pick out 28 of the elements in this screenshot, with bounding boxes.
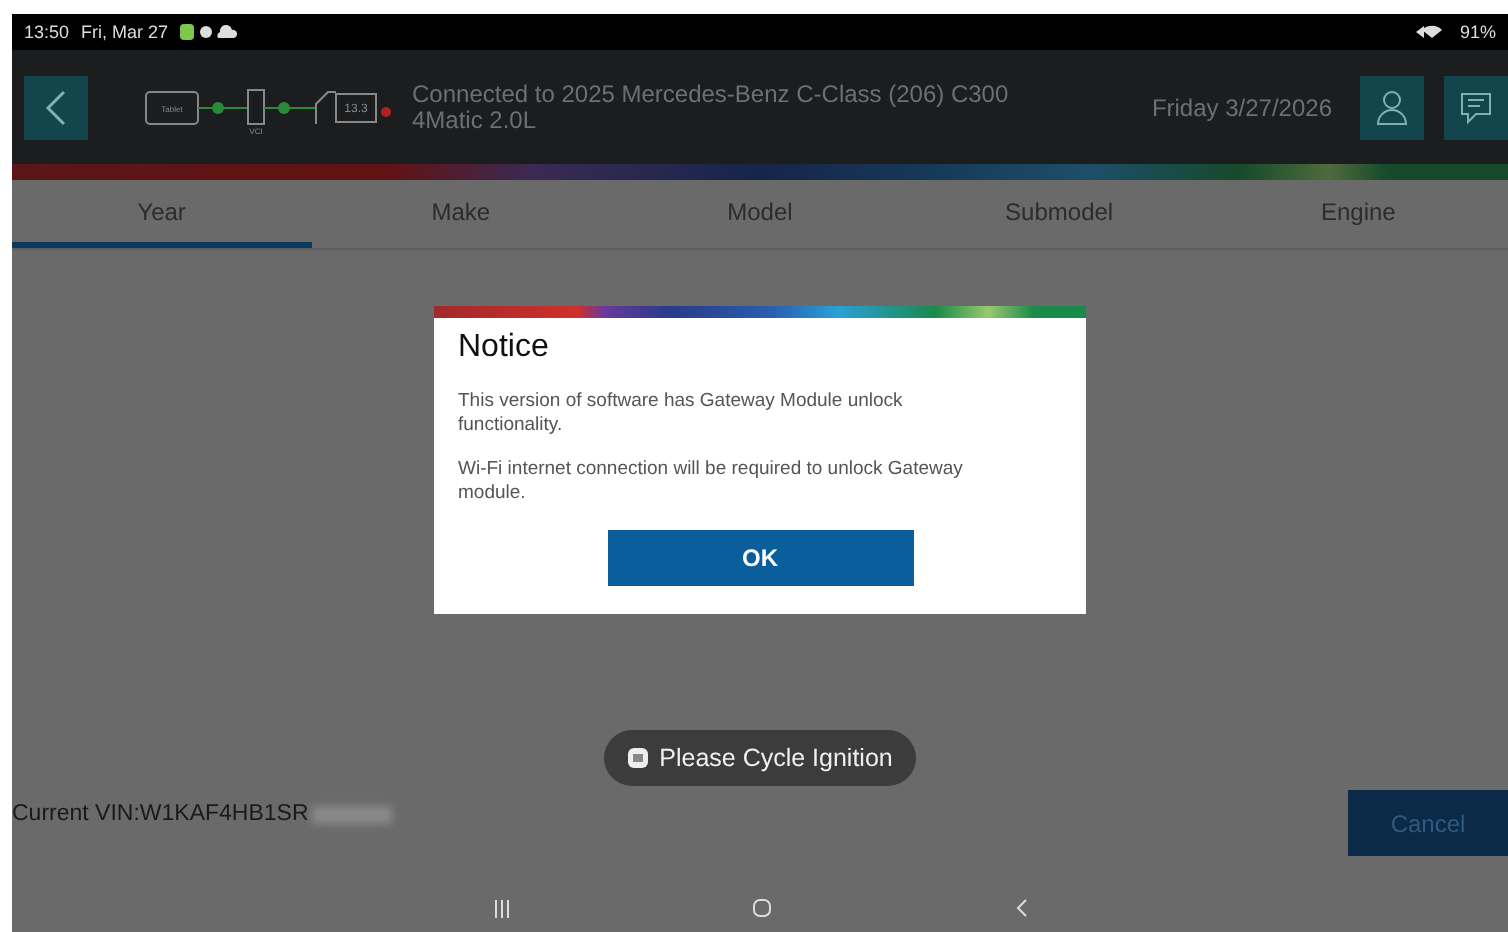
- ok-button[interactable]: OK: [607, 530, 913, 586]
- chat-icon: [1458, 89, 1494, 125]
- vehicle-connection-text: Connected to 2025 Mercedes-Benz C-Class (206) C300 4Matic 2.0L: [412, 81, 1011, 133]
- toast-text: Please Cycle Ignition: [659, 744, 893, 772]
- battery-level: 91%: [1459, 22, 1496, 42]
- tab[interactable]: Engine: [1208, 180, 1508, 248]
- back-icon[interactable]: [1013, 898, 1027, 918]
- notification-icons: [180, 24, 241, 40]
- dialog-message: This version of software has Gateway Module unlock functionality.: [458, 390, 905, 438]
- chevron-left-icon: [44, 89, 68, 125]
- blurred-vin-digits: [312, 805, 393, 823]
- tab[interactable]: Model: [610, 180, 910, 248]
- home-icon[interactable]: [751, 898, 771, 918]
- app-icon: [627, 748, 648, 768]
- back-button[interactable]: [24, 75, 88, 139]
- current-vin: Current VIN:W1KAF4HB1SR: [12, 802, 309, 826]
- dialog-title: Notice: [458, 330, 551, 366]
- status-time: 13:50: [24, 22, 70, 42]
- recent-apps-icon[interactable]: [493, 899, 509, 917]
- dialog-message: Wi-Fi internet connection will be required to unlock Gateway module.: [458, 458, 965, 506]
- messages-button[interactable]: [1444, 75, 1508, 139]
- tab[interactable]: Make: [311, 180, 611, 248]
- person-icon: [1376, 89, 1408, 125]
- profile-button[interactable]: [1360, 75, 1424, 139]
- status-date: Fri, Mar 27: [81, 22, 169, 42]
- tab[interactable]: Year: [12, 180, 312, 248]
- tab[interactable]: Submodel: [909, 180, 1209, 248]
- header-date: Friday 3/27/2026: [1151, 93, 1332, 121]
